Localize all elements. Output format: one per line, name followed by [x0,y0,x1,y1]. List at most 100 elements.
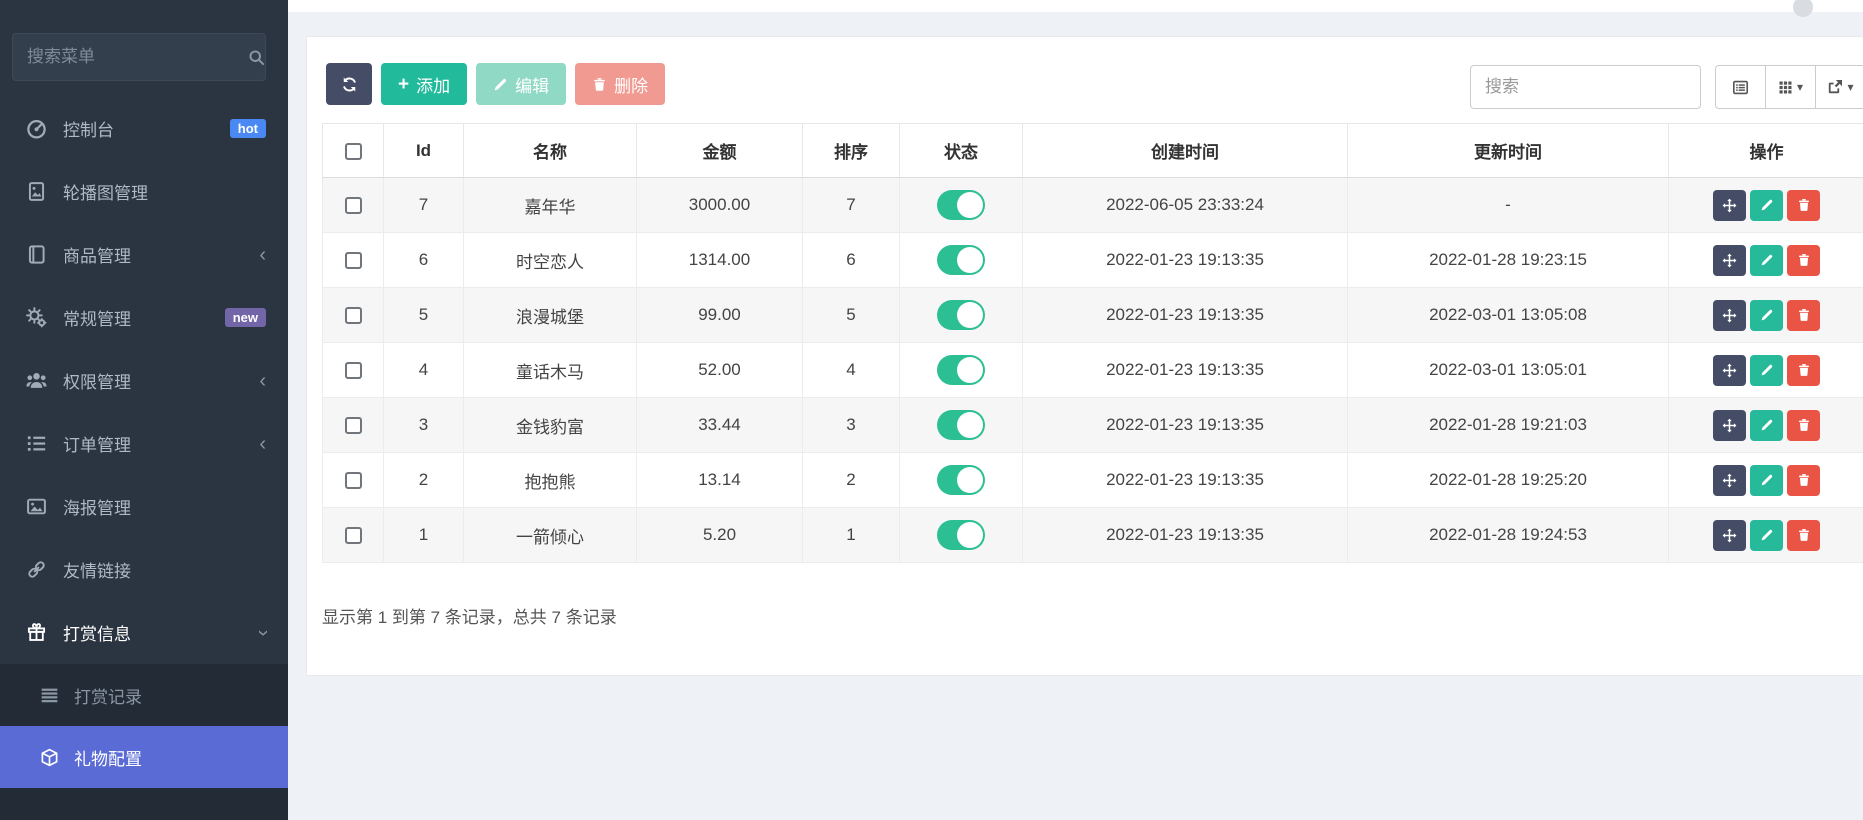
toggle-knob [957,357,983,383]
sidebar-item-dashboard[interactable]: 控制台 hot [0,97,288,160]
col-name[interactable]: 名称 [464,124,637,178]
row-delete-button[interactable] [1787,520,1820,551]
cube-icon [40,748,61,767]
sidebar-item-auth[interactable]: 权限管理 ‹ [0,349,288,412]
drag-sort-button[interactable] [1713,355,1746,386]
sidebar-item-label: 商品管理 [63,242,131,267]
drag-sort-button[interactable] [1713,520,1746,551]
sidebar-item-carousel[interactable]: 轮播图管理 [0,160,288,223]
row-edit-button[interactable] [1750,465,1783,496]
sidebar-subitem-reward-records[interactable]: 打赏记录 [0,664,288,726]
drag-sort-button[interactable] [1713,465,1746,496]
sidebar-item-poster[interactable]: 海报管理 [0,475,288,538]
row-checkbox[interactable] [345,197,362,214]
export-icon [1827,79,1843,95]
drag-sort-button[interactable] [1713,300,1746,331]
row-checkbox[interactable] [345,417,362,434]
status-toggle[interactable] [937,355,985,385]
cell-actions [1669,343,1863,398]
cell-actions [1669,508,1863,563]
col-sort[interactable]: 排序 [803,124,900,178]
col-id[interactable]: Id [384,124,464,178]
row-edit-button[interactable] [1750,520,1783,551]
cell-amount: 3000.00 [637,178,803,233]
cell-status [900,288,1023,343]
row-edit-button[interactable] [1750,410,1783,441]
toggle-knob [957,522,983,548]
row-select-cell [323,343,384,398]
export-button[interactable]: ▾ [1815,65,1863,109]
row-checkbox[interactable] [345,362,362,379]
row-delete-button[interactable] [1787,465,1820,496]
drag-sort-button[interactable] [1713,190,1746,221]
col-updated[interactable]: 更新时间 [1348,124,1669,178]
cell-actions [1669,398,1863,453]
users-icon [26,370,50,391]
row-edit-button[interactable] [1750,245,1783,276]
content-panel: + 添加 编辑 删除 ▾ ▾ [306,36,1863,676]
user-avatar[interactable] [1793,0,1813,17]
hot-badge: hot [230,119,266,138]
trash-icon [592,77,607,92]
sidebar-item-reward[interactable]: 打赏信息 ‹ [0,601,288,664]
cell-id: 1 [384,508,464,563]
cell-created: 2022-01-23 19:13:35 [1023,288,1348,343]
columns-button[interactable]: ▾ [1765,65,1816,109]
table-search-input[interactable] [1470,65,1701,109]
add-button[interactable]: + 添加 [381,63,467,105]
caret-down-icon: ▾ [1797,81,1803,93]
row-delete-button[interactable] [1787,245,1820,276]
delete-button[interactable]: 删除 [575,63,665,105]
cell-id: 2 [384,453,464,508]
col-actions: 操作 [1669,124,1863,178]
row-checkbox[interactable] [345,472,362,489]
row-edit-button[interactable] [1750,190,1783,221]
sidebar-item-links[interactable]: 友情链接 [0,538,288,601]
gift-icon [26,622,50,643]
cell-actions [1669,453,1863,508]
status-toggle[interactable] [937,520,985,550]
row-delete-button[interactable] [1787,410,1820,441]
col-amount[interactable]: 金额 [637,124,803,178]
select-all-checkbox[interactable] [345,143,362,160]
row-edit-button[interactable] [1750,300,1783,331]
row-checkbox[interactable] [345,527,362,544]
cell-sort: 7 [803,178,900,233]
sidebar-subitem-gift-config[interactable]: 礼物配置 [0,726,288,788]
cell-name: 金钱豹富 [464,398,637,453]
sidebar-item-general[interactable]: 常规管理 new [0,286,288,349]
status-toggle[interactable] [937,465,985,495]
col-created[interactable]: 创建时间 [1023,124,1348,178]
status-toggle[interactable] [937,190,985,220]
status-toggle[interactable] [937,410,985,440]
refresh-button[interactable] [326,63,372,105]
move-icon [1722,253,1737,268]
menu-search-input[interactable] [27,47,248,67]
sidebar-item-orders[interactable]: 订单管理 ‹ [0,412,288,475]
drag-sort-button[interactable] [1713,410,1746,441]
cell-status [900,398,1023,453]
cell-created: 2022-01-23 19:13:35 [1023,398,1348,453]
row-delete-button[interactable] [1787,300,1820,331]
drag-sort-button[interactable] [1713,245,1746,276]
cell-status [900,453,1023,508]
row-checkbox[interactable] [345,252,362,269]
row-delete-button[interactable] [1787,355,1820,386]
detail-view-button[interactable] [1715,65,1766,109]
cell-amount: 33.44 [637,398,803,453]
status-toggle[interactable] [937,300,985,330]
row-checkbox[interactable] [345,307,362,324]
gears-icon [26,307,50,328]
cell-sort: 3 [803,398,900,453]
cell-created: 2022-01-23 19:13:35 [1023,453,1348,508]
edit-button[interactable]: 编辑 [476,63,566,105]
col-status[interactable]: 状态 [900,124,1023,178]
sidebar-item-goods[interactable]: 商品管理 ‹ [0,223,288,286]
pencil-icon [1760,253,1774,267]
cell-amount: 5.20 [637,508,803,563]
cell-actions [1669,233,1863,288]
row-delete-button[interactable] [1787,190,1820,221]
status-toggle[interactable] [937,245,985,275]
row-edit-button[interactable] [1750,355,1783,386]
table-header-row: Id 名称 金额 排序 状态 创建时间 更新时间 操作 [323,124,1863,178]
